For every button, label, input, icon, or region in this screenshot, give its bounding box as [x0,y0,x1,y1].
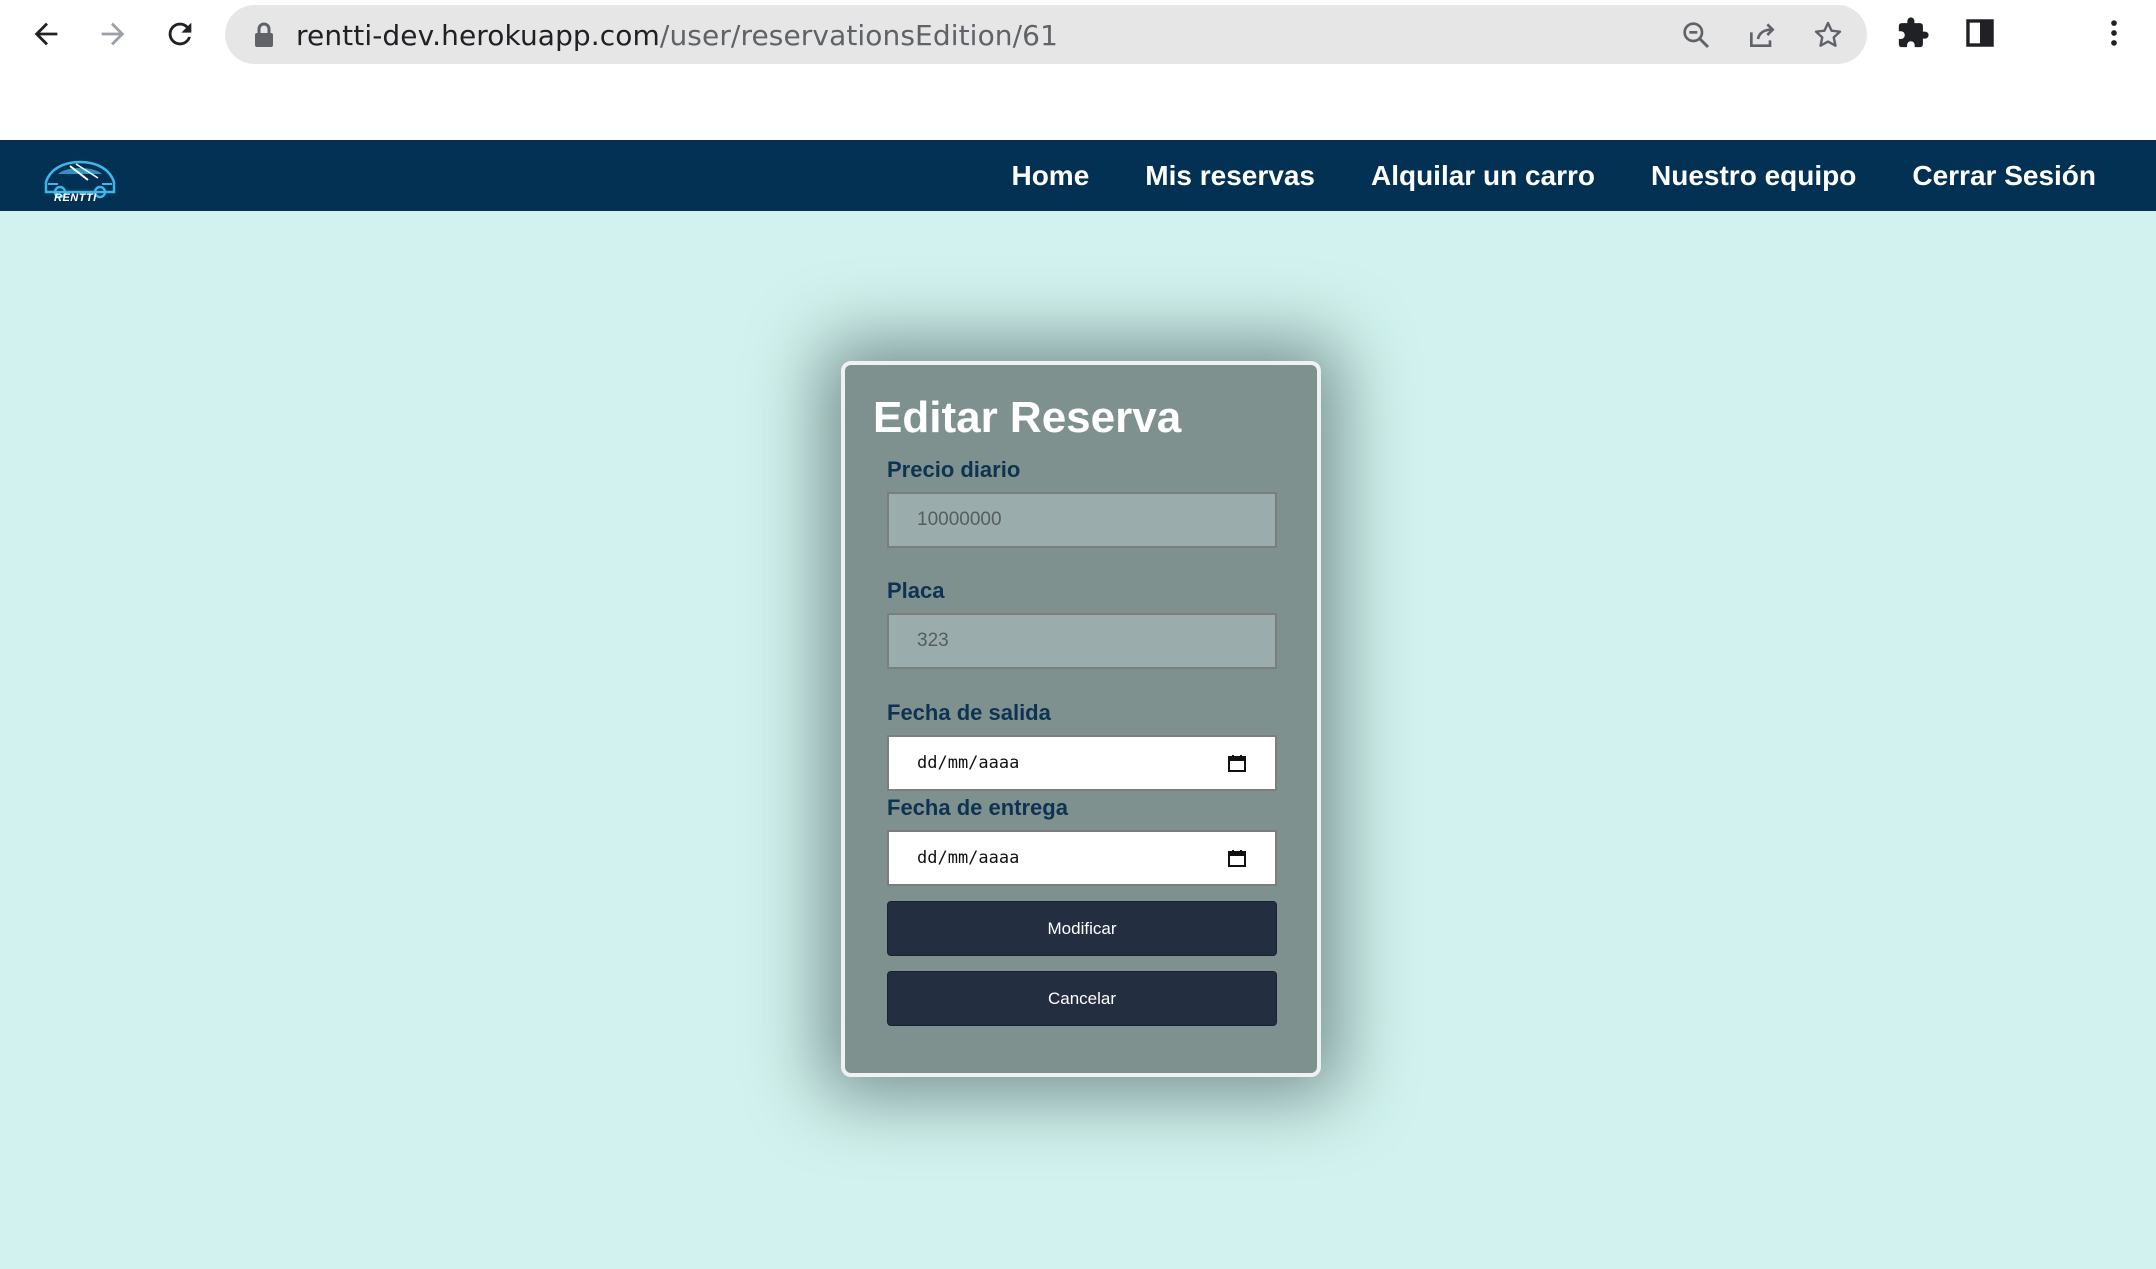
side-panel-icon[interactable] [1960,13,2000,53]
url-text[interactable]: rentti-dev.herokuapp.com/user/reservatio… [296,19,1058,52]
fecha-entrega-placeholder: dd/mm/aaaa [917,848,1020,868]
site-navbar: RENTTI Home Mis reservas Alquilar un car… [0,140,2156,211]
nav-links: Home Mis reservas Alquilar un carro Nues… [1011,140,2096,211]
placa-input[interactable] [887,613,1277,669]
fecha-salida-label: Fecha de salida [887,700,1051,725]
placa-label: Placa [887,578,945,603]
cancelar-button[interactable]: Cancelar [887,971,1277,1026]
nav-link-nuestro-equipo[interactable]: Nuestro equipo [1651,160,1856,192]
browser-toolbar: rentti-dev.herokuapp.com/user/reservatio… [0,0,2156,140]
precio-label: Precio diario [887,457,1021,482]
nav-link-home[interactable]: Home [1011,160,1089,192]
address-bar[interactable]: rentti-dev.herokuapp.com/user/reservatio… [225,5,1867,64]
star-icon[interactable] [1810,17,1846,53]
fecha-salida-placeholder: dd/mm/aaaa [917,753,1020,773]
precio-input[interactable] [887,492,1277,548]
nav-link-cerrar-sesion[interactable]: Cerrar Sesión [1912,160,2096,192]
extensions-icon[interactable] [1893,13,1933,53]
form-title: Editar Reserva [873,393,1182,442]
more-menu-icon[interactable] [2094,13,2134,53]
url-host: rentti-dev.herokuapp.com [296,19,660,52]
share-icon[interactable] [1744,17,1780,53]
edit-reservation-card: Editar Reserva Precio diario Placa Fecha… [841,361,1321,1077]
main-content: Editar Reserva Precio diario Placa Fecha… [0,211,2156,1269]
fecha-entrega-label: Fecha de entrega [887,795,1068,820]
fecha-salida-input[interactable]: dd/mm/aaaa [887,735,1277,791]
calendar-icon[interactable] [1227,848,1247,868]
back-arrow-icon[interactable] [22,10,70,58]
fecha-entrega-input[interactable]: dd/mm/aaaa [887,830,1277,886]
lock-icon[interactable] [253,22,275,48]
nav-link-alquilar-carro[interactable]: Alquilar un carro [1371,160,1595,192]
forward-arrow-icon[interactable] [89,10,137,58]
zoom-out-icon[interactable] [1678,17,1714,53]
calendar-icon[interactable] [1227,753,1247,773]
reload-icon[interactable] [156,10,204,58]
logo-text: RENTTI [54,192,97,204]
nav-link-mis-reservas[interactable]: Mis reservas [1145,160,1315,192]
url-path: /user/reservationsEdition/61 [659,19,1059,52]
modificar-button[interactable]: Modificar [887,901,1277,956]
rentti-logo[interactable]: RENTTI [40,152,120,208]
